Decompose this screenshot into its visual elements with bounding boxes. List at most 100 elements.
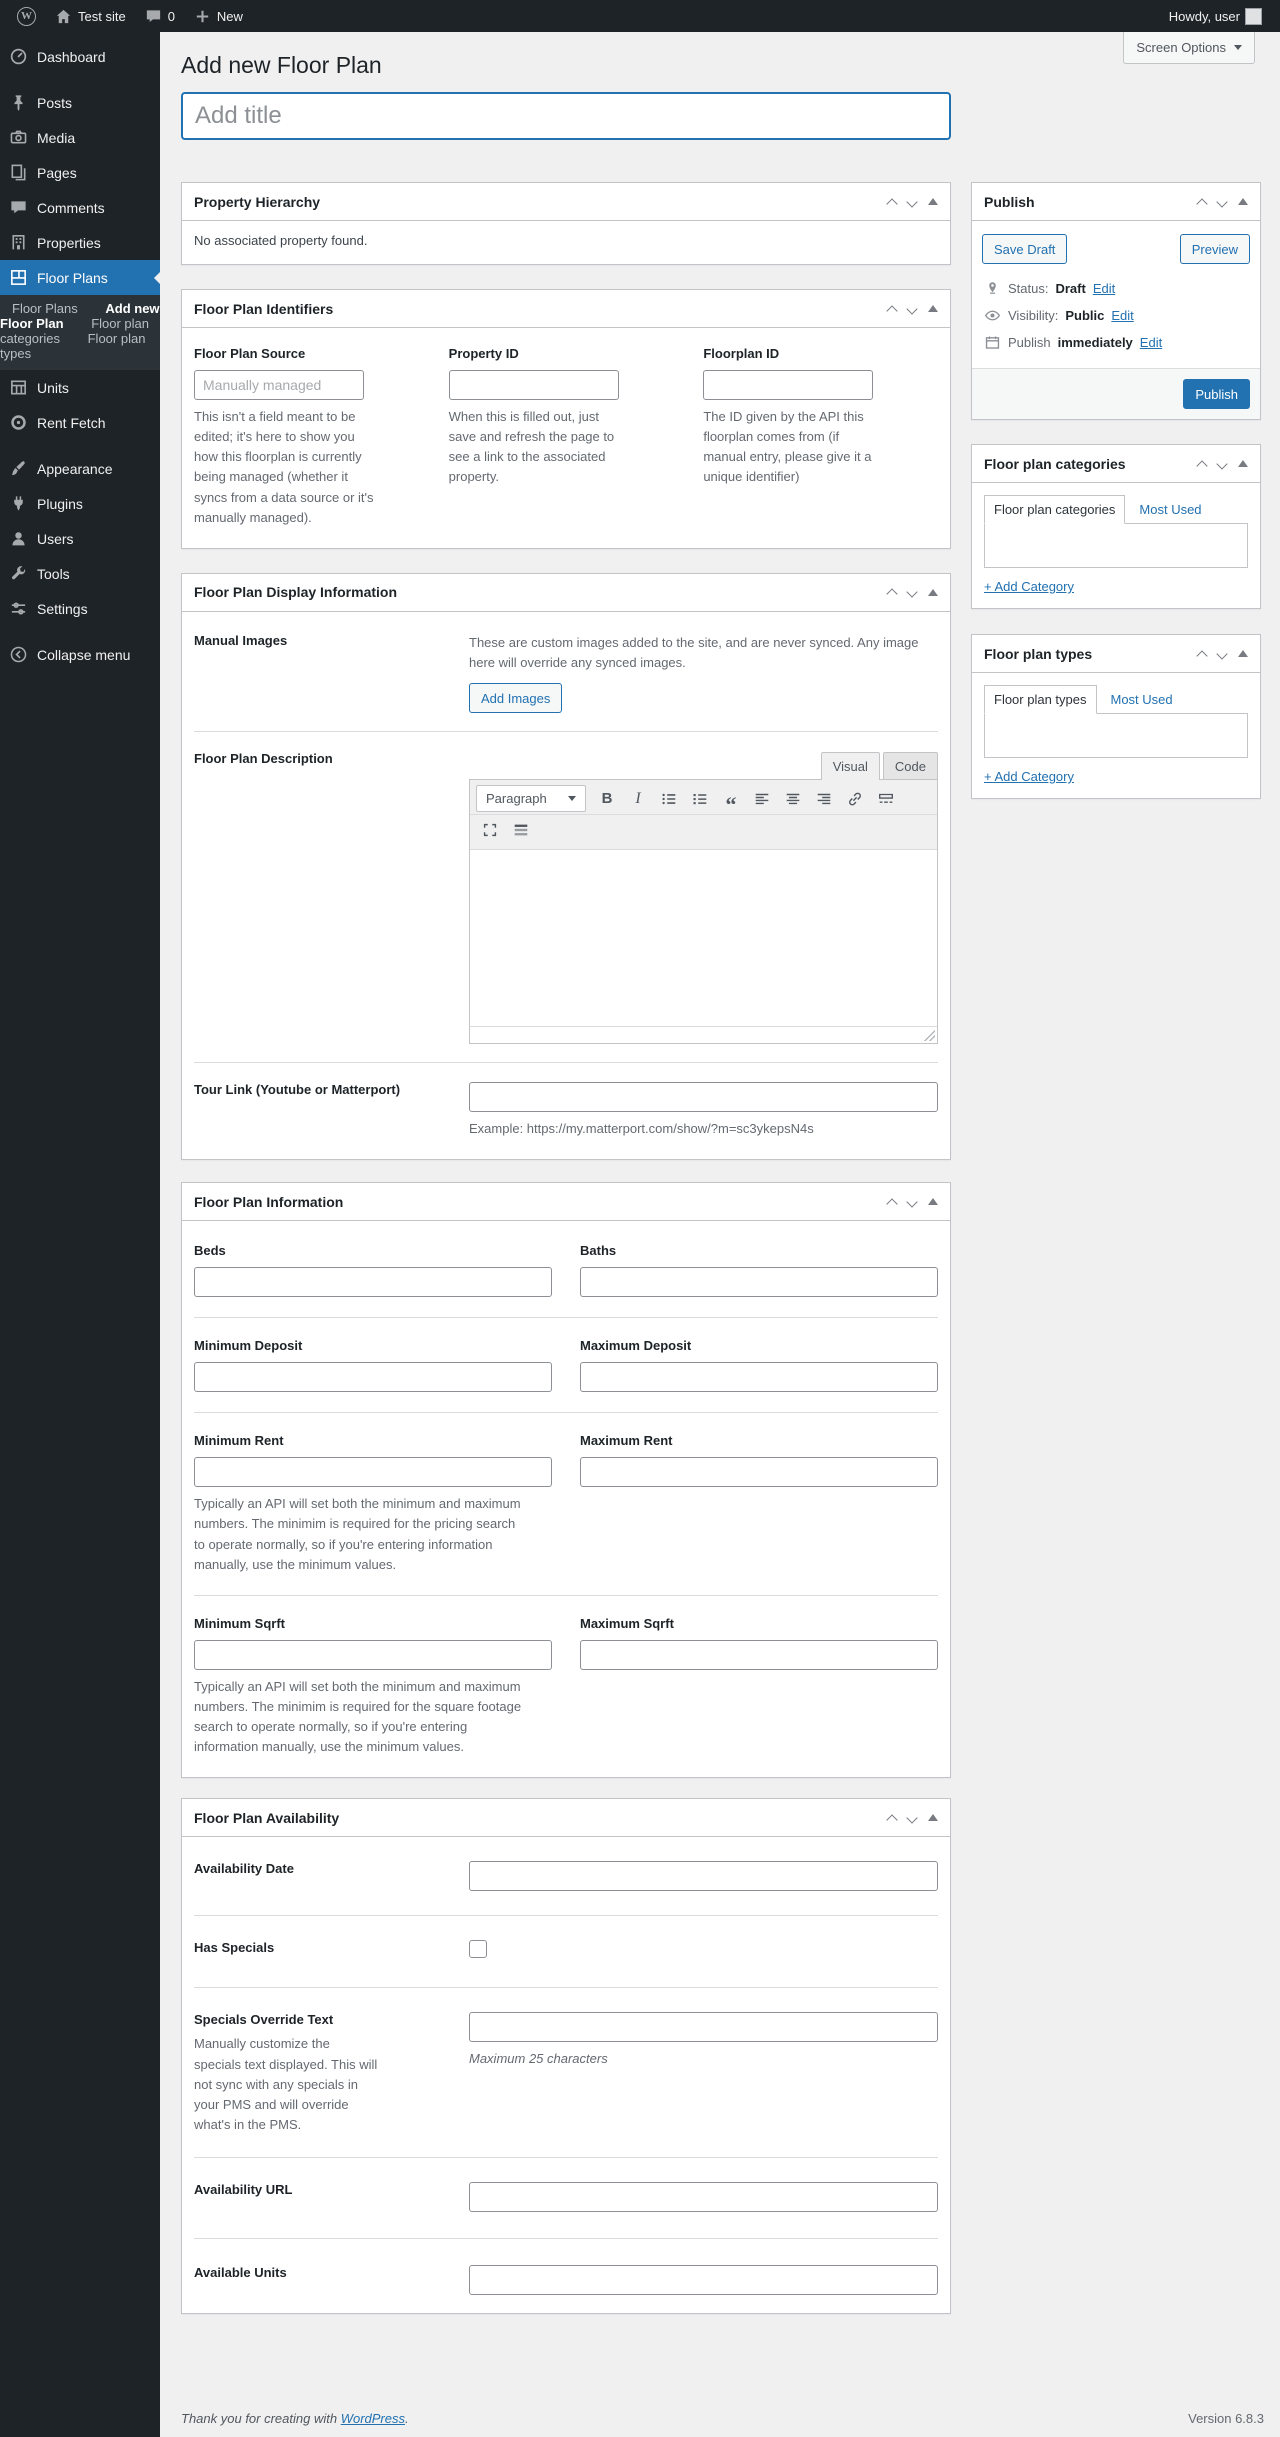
toggle-panel-icon[interactable] — [928, 589, 938, 596]
tab-all-types[interactable]: Floor plan types — [984, 685, 1097, 714]
move-up-icon[interactable] — [886, 198, 897, 209]
move-up-icon[interactable] — [1196, 460, 1207, 471]
toggle-panel-icon[interactable] — [928, 305, 938, 312]
move-up-icon[interactable] — [886, 1198, 897, 1209]
availability-url-input[interactable] — [469, 2182, 938, 2212]
sidebar-item-settings[interactable]: Settings — [0, 591, 160, 626]
maximum-sqrft-input[interactable] — [580, 1640, 938, 1670]
adminbar-comments-link[interactable]: 0 — [135, 0, 184, 32]
bullet-list-button[interactable] — [655, 786, 683, 812]
toggle-panel-icon[interactable] — [928, 198, 938, 205]
move-down-icon[interactable] — [906, 196, 917, 207]
property-id-input[interactable] — [449, 370, 619, 400]
code-tab[interactable]: Code — [883, 752, 938, 780]
toggle-panel-icon[interactable] — [1238, 198, 1248, 205]
read-more-tag-button[interactable] — [872, 786, 900, 812]
toggle-panel-icon[interactable] — [1238, 460, 1248, 467]
move-down-icon[interactable] — [906, 587, 917, 598]
toolbar-toggle-button[interactable] — [507, 817, 535, 843]
move-up-icon[interactable] — [886, 1814, 897, 1825]
align-right-button[interactable] — [810, 786, 838, 812]
tab-most-used[interactable]: Most Used — [1111, 686, 1173, 713]
sidebar-item-floor-plans[interactable]: Floor Plans — [0, 260, 160, 295]
sidebar-item-plugins[interactable]: Plugins — [0, 486, 160, 521]
has-specials-checkbox[interactable] — [469, 1940, 487, 1958]
italic-icon: I — [635, 790, 640, 808]
paragraph-format-select[interactable]: Paragraph — [476, 785, 586, 812]
move-down-icon[interactable] — [906, 1812, 917, 1823]
toggle-panel-icon[interactable] — [1238, 650, 1248, 657]
move-down-icon[interactable] — [1216, 458, 1227, 469]
bold-button[interactable]: B — [593, 786, 621, 812]
adminbar-new-link[interactable]: New — [184, 0, 252, 32]
sidebar-item-units[interactable]: Units — [0, 370, 160, 405]
toggle-panel-icon[interactable] — [928, 1198, 938, 1205]
sidebar-item-media[interactable]: Media — [0, 120, 160, 155]
add-category-link[interactable]: + Add Category — [984, 579, 1074, 594]
move-up-icon[interactable] — [1196, 198, 1207, 209]
floor-plan-source-input[interactable] — [194, 370, 364, 400]
preview-button[interactable]: Preview — [1180, 234, 1250, 264]
floorplan-id-input[interactable] — [703, 370, 873, 400]
sidebar-item-collapse-menu[interactable]: Collapse menu — [0, 637, 160, 672]
visual-tab[interactable]: Visual — [821, 752, 880, 780]
maximum-rent-input[interactable] — [580, 1457, 938, 1487]
move-up-icon[interactable] — [1196, 650, 1207, 661]
plug-icon — [9, 494, 28, 513]
editor-content-area[interactable] — [470, 850, 937, 1026]
categories-list-panel[interactable] — [984, 523, 1248, 568]
add-type-link[interactable]: + Add Category — [984, 769, 1074, 784]
add-images-button[interactable]: Add Images — [469, 683, 562, 713]
align-left-button[interactable] — [748, 786, 776, 812]
maximum-deposit-input[interactable] — [580, 1362, 938, 1392]
align-center-button[interactable] — [779, 786, 807, 812]
fullscreen-button[interactable] — [476, 817, 504, 843]
tour-link-input[interactable] — [469, 1082, 938, 1112]
wordpress-menu[interactable]: W — [8, 0, 45, 32]
toggle-panel-icon[interactable] — [928, 1814, 938, 1821]
sidebar-item-posts[interactable]: Posts — [0, 85, 160, 120]
tab-most-used[interactable]: Most Used — [1139, 496, 1201, 523]
insert-link-button[interactable] — [841, 786, 869, 812]
publish-button[interactable]: Publish — [1183, 379, 1250, 409]
postbox-header: Floor plan types — [972, 635, 1260, 673]
move-down-icon[interactable] — [906, 303, 917, 314]
adminbar-site-link[interactable]: Test site — [45, 0, 135, 32]
adminbar-howdy-link[interactable]: Howdy, user — [1165, 0, 1266, 32]
move-down-icon[interactable] — [1216, 648, 1227, 659]
move-up-icon[interactable] — [886, 305, 897, 316]
move-up-icon[interactable] — [886, 589, 897, 600]
minimum-sqrft-input[interactable] — [194, 1640, 552, 1670]
resize-grip-icon[interactable] — [923, 1029, 935, 1041]
sidebar-item-appearance[interactable]: Appearance — [0, 451, 160, 486]
screen-options-label: Screen Options — [1136, 40, 1226, 55]
available-units-input[interactable] — [469, 2265, 938, 2295]
blockquote-button[interactable]: “ — [717, 786, 745, 812]
sidebar-item-tools[interactable]: Tools — [0, 556, 160, 591]
sidebar-item-rent-fetch[interactable]: Rent Fetch — [0, 405, 160, 440]
sidebar-item-dashboard[interactable]: Dashboard — [0, 39, 160, 74]
sidebar-item-comments[interactable]: Comments — [0, 190, 160, 225]
minimum-rent-input[interactable] — [194, 1457, 552, 1487]
move-down-icon[interactable] — [906, 1196, 917, 1207]
sidebar-item-properties[interactable]: Properties — [0, 225, 160, 260]
move-down-icon[interactable] — [1216, 196, 1227, 207]
sidebar-item-users[interactable]: Users — [0, 521, 160, 556]
baths-input[interactable] — [580, 1267, 938, 1297]
save-draft-button[interactable]: Save Draft — [982, 234, 1067, 264]
numbered-list-button[interactable] — [686, 786, 714, 812]
post-title-input[interactable] — [181, 92, 951, 140]
wordpress-link[interactable]: WordPress — [341, 2411, 405, 2426]
types-list-panel[interactable] — [984, 713, 1248, 758]
edit-publish-time-link[interactable]: Edit — [1140, 335, 1162, 350]
italic-button[interactable]: I — [624, 786, 652, 812]
edit-status-link[interactable]: Edit — [1093, 281, 1115, 296]
minimum-deposit-input[interactable] — [194, 1362, 552, 1392]
screen-options-button[interactable]: Screen Options — [1123, 32, 1255, 64]
tab-all-categories[interactable]: Floor plan categories — [984, 495, 1125, 524]
edit-visibility-link[interactable]: Edit — [1111, 308, 1133, 323]
sidebar-item-pages[interactable]: Pages — [0, 155, 160, 190]
beds-input[interactable] — [194, 1267, 552, 1297]
availability-date-input[interactable] — [469, 1861, 938, 1891]
specials-override-input[interactable] — [469, 2012, 938, 2042]
